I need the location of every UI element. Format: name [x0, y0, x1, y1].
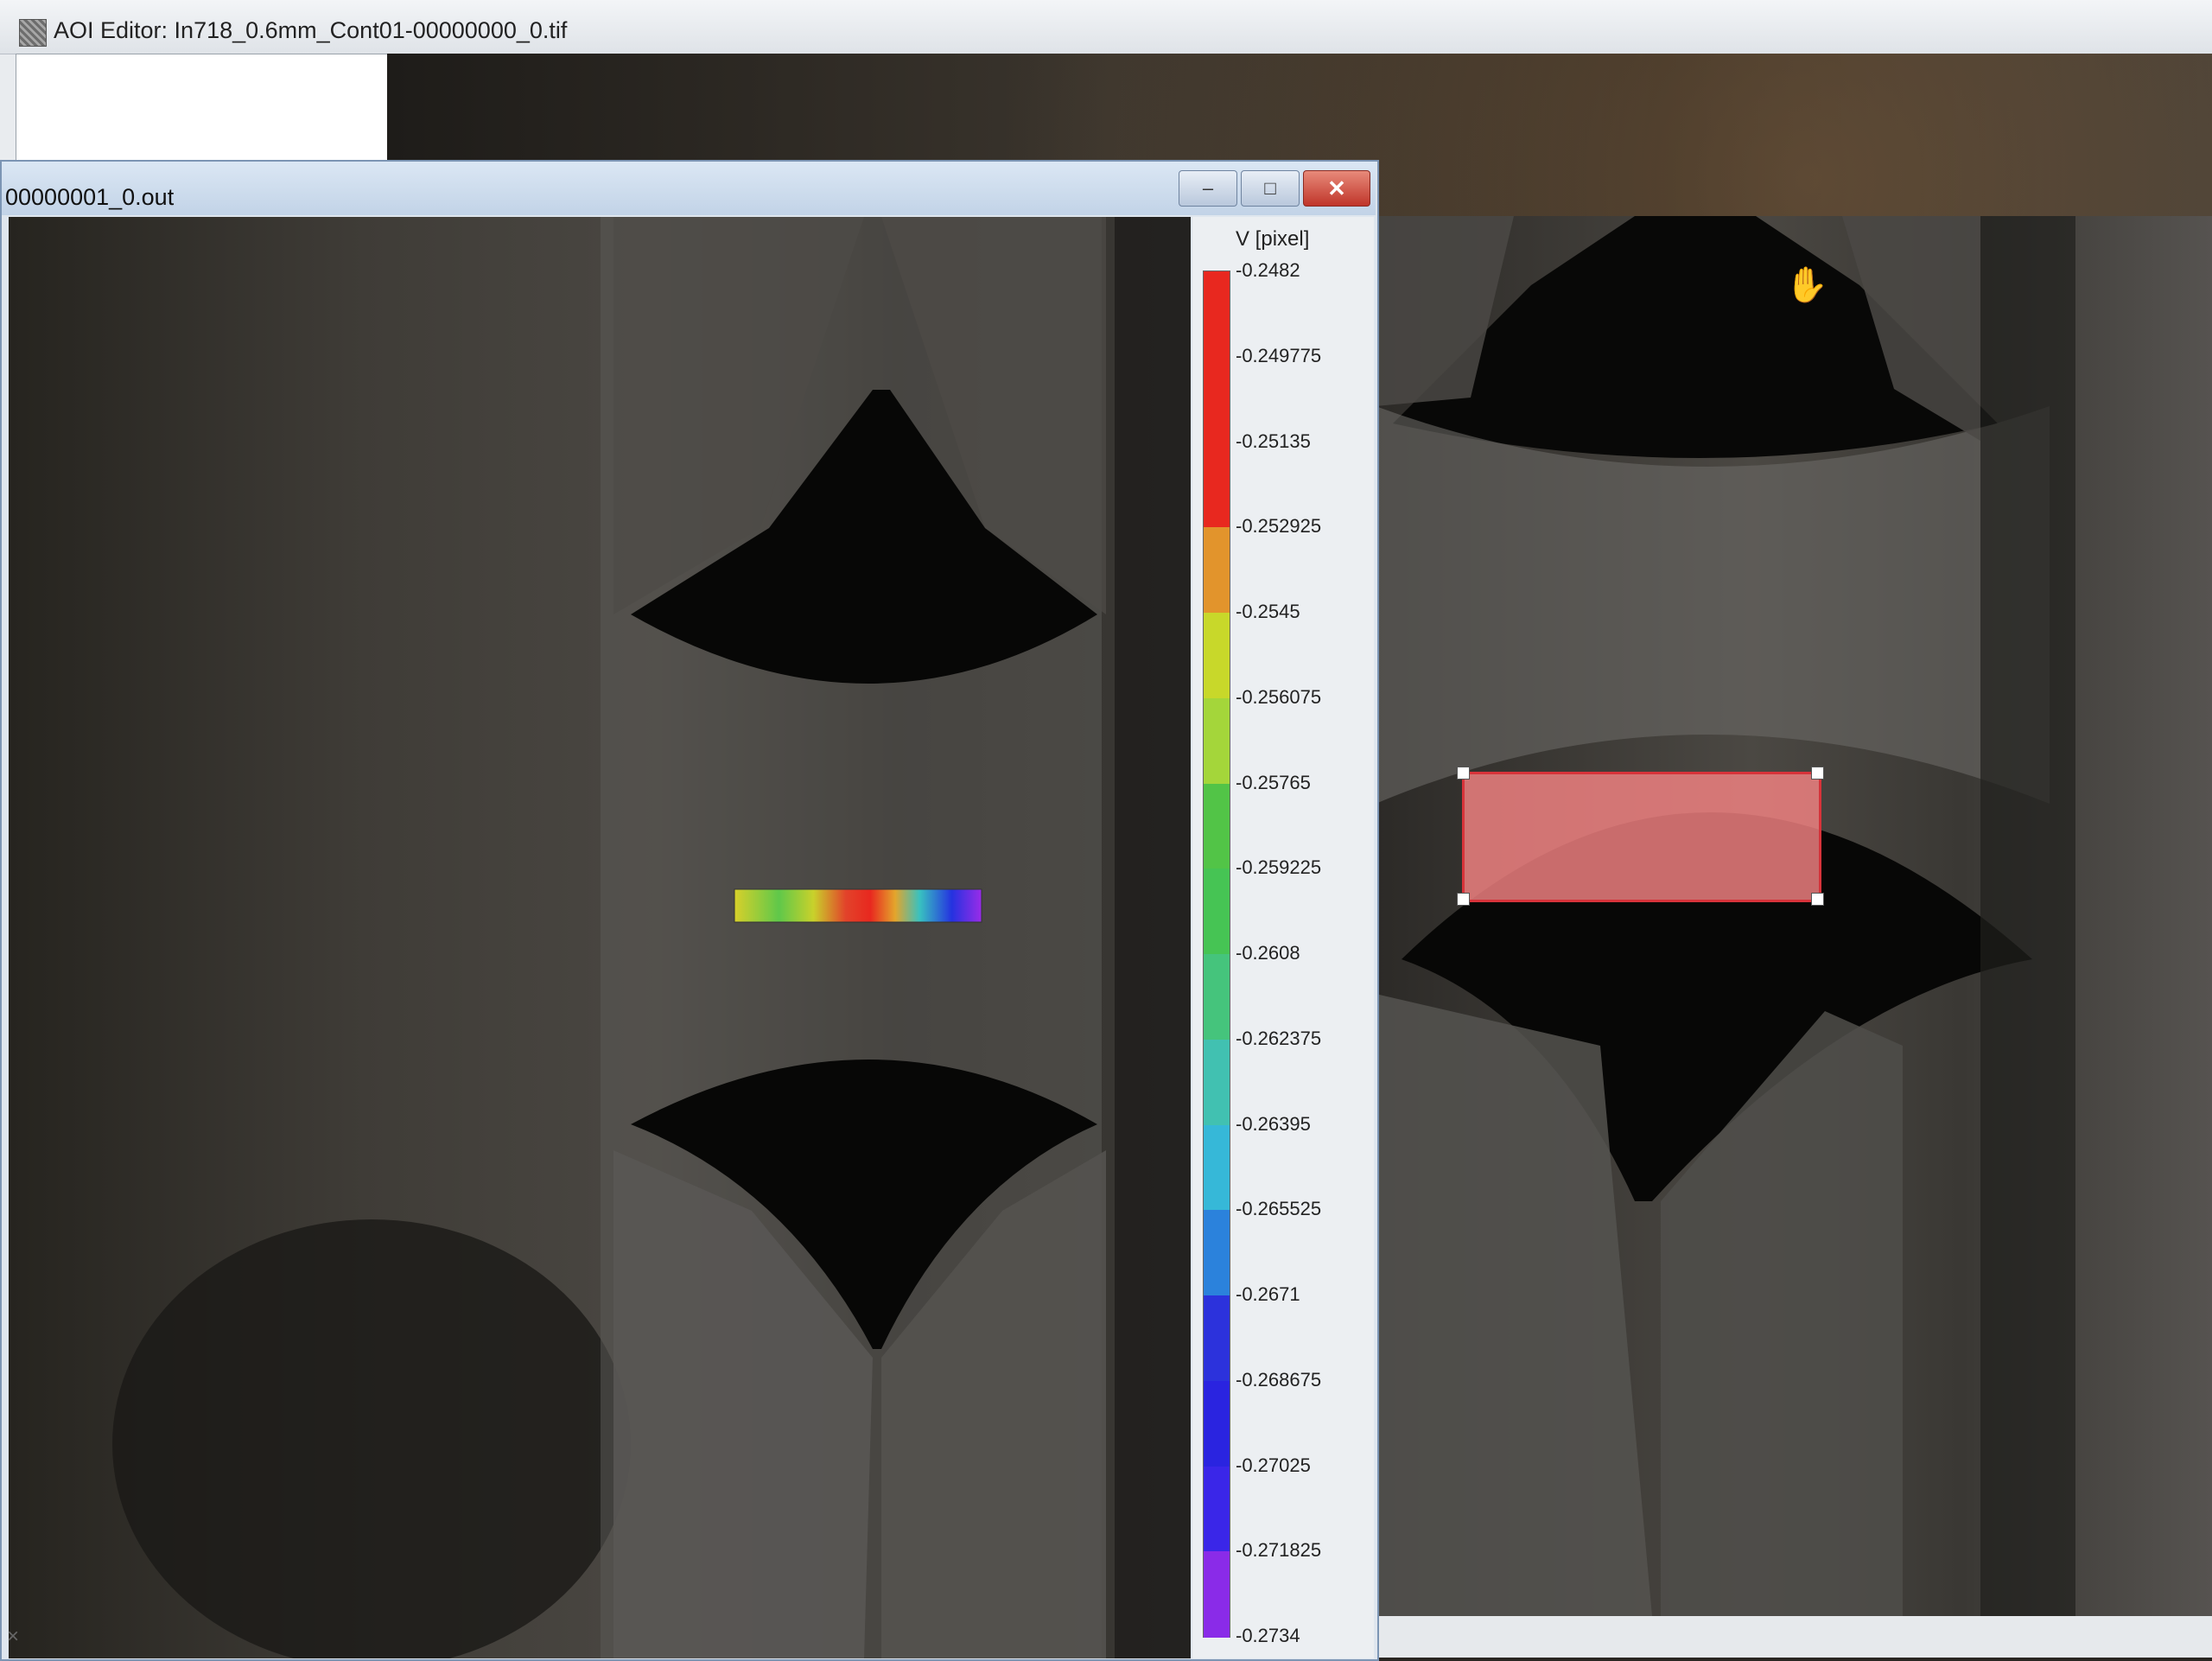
- micrograph-image[interactable]: [9, 217, 1191, 1658]
- colorbar-tick-label: -0.256075: [1236, 685, 1322, 708]
- maximize-button[interactable]: □: [1241, 170, 1300, 207]
- maximize-icon: □: [1264, 177, 1276, 199]
- hand-cursor-icon: ✋: [1785, 266, 1828, 304]
- colorbar-band: [1204, 613, 1230, 699]
- colorbar-tick-label: -0.2734: [1236, 1625, 1300, 1646]
- colorbar-tick-label: -0.265525: [1236, 1198, 1322, 1220]
- colorbar-tick-label: -0.27025: [1236, 1454, 1311, 1476]
- colorbar-tick-label: -0.2545: [1236, 601, 1300, 622]
- colorbar-band: [1204, 1124, 1230, 1212]
- app-icon: [19, 19, 47, 47]
- aoi-handle-bottom-right[interactable]: [1811, 893, 1824, 906]
- colorbar-tick-label: -0.252925: [1236, 515, 1322, 538]
- aoi-left-panel: [16, 54, 389, 164]
- aoi-editor-titlebar: AOI Editor: In718_0.6mm_Cont01-00000000_…: [0, 0, 2212, 54]
- colorbar-band: [1204, 1039, 1230, 1126]
- close-icon: ✕: [1327, 175, 1346, 201]
- colorbar-band: [1204, 1295, 1230, 1382]
- colorbar-band: [1204, 442, 1230, 529]
- results-window-title: 00000001_0.out: [5, 184, 175, 210]
- colorbar-tick-label: -0.268675: [1236, 1368, 1322, 1391]
- colorbar-band: [1204, 1210, 1230, 1296]
- aoi-handle-top-left[interactable]: [1457, 767, 1470, 780]
- colorbar-band: [1204, 1466, 1230, 1553]
- colorbar-tick-label: -0.2671: [1236, 1283, 1300, 1305]
- colorbar-tick-label: -0.249775: [1236, 344, 1322, 366]
- aoi-bottom-strip: [1376, 1616, 2212, 1658]
- close-button[interactable]: ✕: [1303, 170, 1370, 207]
- aoi-selection-rectangle[interactable]: [1462, 772, 1821, 902]
- colorbar-tick-label: -0.271825: [1236, 1539, 1322, 1562]
- colorbar-tick-label: -0.259225: [1236, 856, 1322, 879]
- colorbar-legend: V [pixel] -0.2482 -0.249775 -0.25135 -0.252…: [1192, 217, 1374, 1658]
- colorbar-gradient: [1203, 270, 1230, 1638]
- corner-glyph: ×: [7, 1625, 20, 1648]
- colorbar-band: [1204, 954, 1230, 1041]
- results-window: 00000001_0.out – □ ✕ V [pixel] -0.2482 -…: [0, 160, 1379, 1661]
- minimize-button[interactable]: –: [1179, 170, 1237, 207]
- colorbar-tick-label: -0.2482: [1236, 259, 1300, 281]
- colorbar-band: [1204, 527, 1230, 614]
- colorbar-tick-label: -0.2608: [1236, 942, 1300, 964]
- aoi-editor-title: AOI Editor: In718_0.6mm_Cont01-00000000_…: [54, 17, 568, 43]
- colorbar-band: [1204, 1380, 1230, 1467]
- colorbar-band: [1204, 869, 1230, 955]
- colorbar-band: [1204, 271, 1230, 358]
- colorbar-band: [1204, 783, 1230, 870]
- colorbar-band: [1204, 356, 1230, 443]
- aoi-specimen-image[interactable]: [1376, 216, 2212, 1616]
- colorbar-tick-label: -0.26395: [1236, 1112, 1311, 1135]
- aoi-handle-bottom-left[interactable]: [1457, 893, 1470, 906]
- colorbar-title: V [pixel]: [1236, 227, 1310, 251]
- colorbar-tick-label: -0.25135: [1236, 430, 1311, 452]
- results-titlebar[interactable]: 00000001_0.out – □ ✕: [2, 162, 1376, 215]
- colorbar-band: [1204, 697, 1230, 785]
- colorbar-tick-label: -0.25765: [1236, 771, 1311, 793]
- minimize-icon: –: [1202, 177, 1214, 199]
- colorbar-tick-label: -0.262375: [1236, 1027, 1322, 1049]
- aoi-handle-top-right[interactable]: [1811, 767, 1824, 780]
- colorbar-band: [1204, 1551, 1230, 1638]
